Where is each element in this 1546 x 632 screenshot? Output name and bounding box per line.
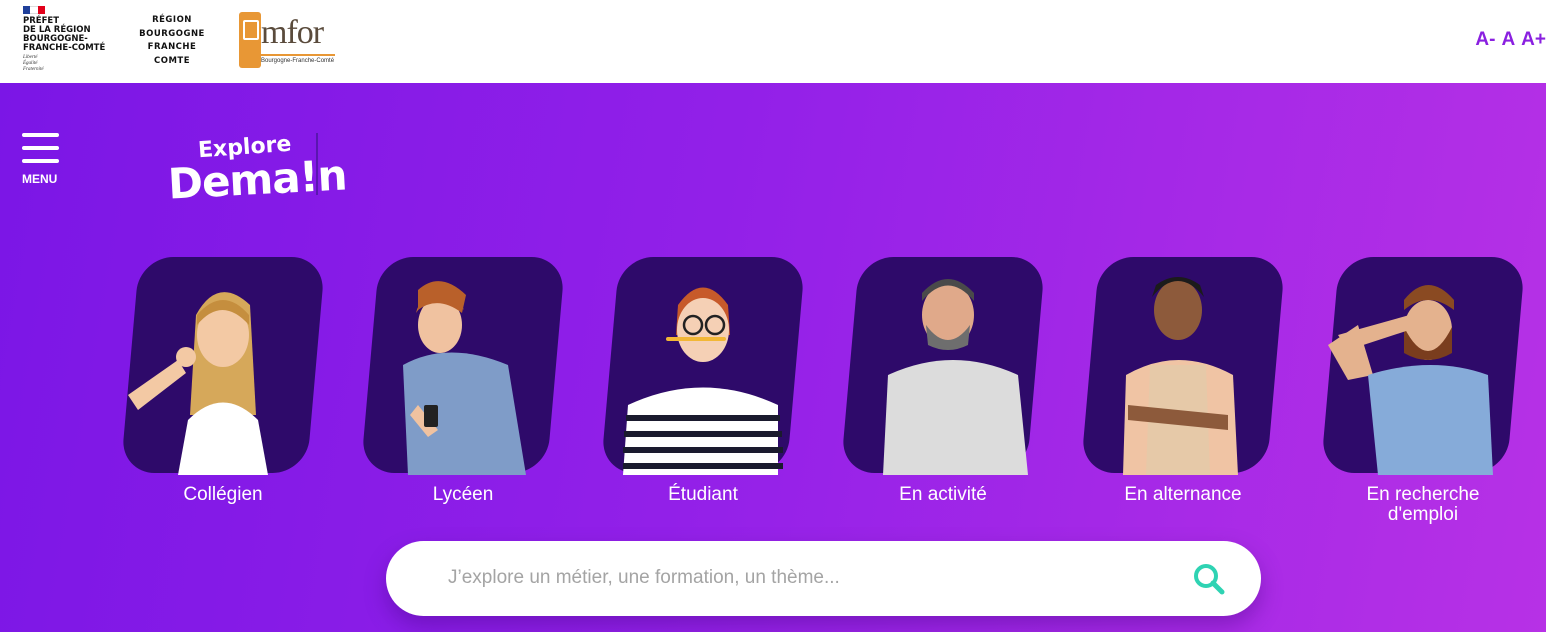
collegien-photo-icon: [128, 292, 268, 475]
french-flag-icon: [23, 6, 45, 14]
emfor-book-icon: [239, 12, 261, 68]
prefet-logo[interactable]: PRÉFET DE LA RÉGION BOURGOGNE- FRANCHE-C…: [23, 6, 113, 73]
profile-list: Collégien Lycéen Étudiant En activité En…: [0, 83, 1546, 533]
region-name: RÉGION BOURGOGNE FRANCHE COMTE: [139, 15, 205, 66]
profile-card-en-alternance[interactable]: En alternance: [1078, 255, 1288, 535]
profile-card-en-recherche-emploi[interactable]: En recherche d'emploi: [1318, 255, 1528, 535]
profile-card-collegien[interactable]: Collégien: [118, 255, 328, 535]
en-activite-photo-icon: [883, 279, 1028, 475]
region-logo[interactable]: RÉGION BOURGOGNE FRANCHE COMTE: [134, 14, 210, 68]
profile-label: En activité: [899, 484, 987, 505]
font-normal-button[interactable]: A: [1501, 29, 1515, 51]
font-increase-button[interactable]: A+: [1521, 29, 1546, 51]
prefet-motto: Liberté Égalité Fraternité: [23, 55, 44, 72]
profile-label: Lycéen: [432, 484, 494, 505]
en-recherche-emploi-photo-icon: [1328, 285, 1493, 475]
prefet-name: PRÉFET DE LA RÉGION BOURGOGNE- FRANCHE-C…: [23, 16, 106, 53]
profile-label: En recherche d'emploi: [1366, 484, 1480, 525]
profile-label: Collégien: [183, 484, 263, 505]
hero-section: MENU Explore Dema!n Collégien Lycéen Étu…: [0, 83, 1546, 632]
emfor-logo[interactable]: mfor Bourgogne-Franche-Comté: [239, 12, 337, 70]
profile-card-lyceen[interactable]: Lycéen: [358, 255, 568, 535]
lyceen-photo-icon: [403, 281, 526, 475]
emfor-underline: [261, 54, 335, 56]
en-alternance-photo-icon: [1123, 277, 1238, 475]
search-input[interactable]: [448, 561, 1168, 595]
search-icon[interactable]: [1191, 561, 1227, 597]
emfor-subtitle: Bourgogne-Franche-Comté: [261, 58, 335, 64]
profile-card-etudiant[interactable]: Étudiant: [598, 255, 808, 535]
etudiant-photo-icon: [623, 287, 783, 475]
font-size-controls: A- A A+: [1475, 29, 1546, 51]
search-bar: [386, 541, 1261, 616]
emfor-wordmark: mfor: [261, 14, 324, 51]
profile-label: Étudiant: [668, 484, 738, 505]
font-decrease-button[interactable]: A-: [1475, 29, 1495, 51]
top-header: PRÉFET DE LA RÉGION BOURGOGNE- FRANCHE-C…: [0, 0, 1546, 83]
profile-label: En alternance: [1124, 484, 1242, 505]
profile-card-en-activite[interactable]: En activité: [838, 255, 1048, 535]
